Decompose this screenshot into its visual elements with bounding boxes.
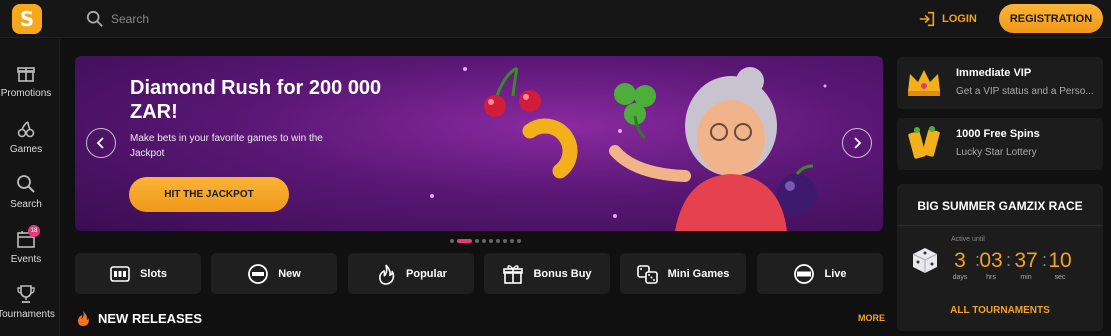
promo-title: Immediate VIP [956, 67, 1032, 79]
pagination-dot[interactable] [517, 239, 521, 243]
login-icon [919, 11, 935, 27]
fire-icon [379, 263, 395, 285]
logo[interactable]: S [12, 4, 42, 34]
countdown-days: 3 days [948, 249, 972, 282]
countdown-separator: : [1006, 250, 1012, 270]
trophy-icon [17, 285, 35, 303]
countdown-separator: : [1042, 250, 1048, 270]
promo-card-free-spins[interactable]: 1000 Free Spins Lucky Star Lottery [897, 118, 1103, 170]
category-label: New [278, 267, 301, 280]
sidebar-item-label: Promotions [0, 88, 52, 99]
search-bar[interactable] [86, 8, 311, 30]
countdown-hours: 03 hrs [979, 249, 1003, 282]
section-title: NEW RELEASES [98, 311, 203, 326]
login-label: LOGIN [942, 13, 977, 25]
registration-label: REGISTRATION [1009, 12, 1093, 25]
pagination-dot[interactable] [457, 239, 472, 243]
new-releases-heading: NEW RELEASES [77, 311, 202, 326]
crown-icon [908, 70, 940, 96]
category-label: Slots [140, 267, 167, 280]
countdown-unit: hrs [986, 274, 996, 281]
category-bonus-buy[interactable]: Bonus Buy [484, 253, 610, 294]
pagination-dot[interactable] [496, 239, 500, 243]
sidebar-item-games[interactable]: Games [0, 119, 52, 155]
category-label: Live [824, 267, 847, 280]
countdown-minutes: 37 min [1014, 249, 1038, 282]
events-badge: 18 [28, 225, 40, 237]
countdown-value: 37 [1014, 249, 1038, 272]
category-label: Mini Games [667, 267, 730, 280]
tournament-card: BIG SUMMER GAMZIX RACE Active until 3 day… [897, 184, 1103, 331]
tournament-title: BIG SUMMER GAMZIX RACE [917, 199, 1083, 213]
new-badge-icon [248, 263, 269, 284]
pagination-dot[interactable] [510, 239, 514, 243]
gift-icon [503, 264, 524, 284]
sidebar-item-label: Events [10, 254, 42, 265]
pagination-dot[interactable] [475, 239, 479, 243]
search-input[interactable] [111, 12, 311, 26]
category-mini-games[interactable]: Mini Games [620, 253, 746, 294]
active-until-label: Active until [951, 236, 985, 243]
pagination-dot[interactable] [503, 239, 507, 243]
fire-icon [78, 311, 89, 326]
sidebar-item-tournaments[interactable]: Tournaments [0, 284, 55, 320]
hero-banner[interactable]: Diamond Rush for 200 000 ZAR! Make bets … [75, 56, 883, 231]
sidebar-item-label: Tournaments [0, 309, 55, 320]
logo-letter: S [19, 7, 35, 31]
jackpot-button-label: HIT THE JACKPOT [164, 189, 254, 200]
countdown-seconds: 10 sec [1048, 249, 1072, 282]
sidebar: Promotions Games Search 18 Events Tourna… [0, 39, 60, 336]
promo-subtitle: Lucky Star Lottery [956, 147, 1037, 158]
pagination-dot[interactable] [450, 239, 454, 243]
promo-card-vip[interactable]: Immediate VIP Get a VIP status and a Per… [897, 57, 1103, 109]
promo-title: 1000 Free Spins [956, 128, 1040, 140]
registration-button[interactable]: REGISTRATION [999, 4, 1103, 33]
banner-title: Diamond Rush for 200 000 ZAR! [130, 77, 382, 123]
banner-pagination [450, 239, 524, 243]
countdown-unit: days [952, 274, 968, 281]
countdown-unit: min [1020, 274, 1032, 281]
category-bar: Slots New Popular Bonus Buy Mini Games L… [75, 253, 883, 294]
category-label: Popular [406, 267, 447, 280]
category-label: Bonus Buy [533, 267, 592, 280]
banner-subtitle: Make bets in your favorite games to win … [130, 133, 323, 159]
banner-next-button[interactable] [842, 128, 872, 158]
chevron-right-icon [854, 137, 862, 149]
divider [897, 225, 1103, 226]
hit-the-jackpot-button[interactable]: HIT THE JACKPOT [129, 177, 289, 212]
dice-icon [912, 248, 938, 273]
countdown-value: 03 [979, 249, 1003, 272]
dice-icon [636, 264, 658, 284]
live-icon [794, 263, 815, 284]
pagination-dot[interactable] [489, 239, 493, 243]
category-new[interactable]: New [211, 253, 337, 294]
sidebar-item-label: Search [10, 199, 42, 210]
sidebar-item-events[interactable]: 18 Events [0, 225, 52, 265]
top-bar: S LOGIN REGISTRATION [0, 0, 1111, 38]
search-icon [17, 175, 35, 193]
chevron-left-icon [96, 137, 104, 149]
login-button[interactable]: LOGIN [918, 10, 977, 28]
all-tournaments-link[interactable]: ALL TOURNAMENTS [897, 305, 1103, 316]
sidebar-item-promotions[interactable]: Promotions [0, 63, 52, 99]
category-popular[interactable]: Popular [348, 253, 474, 294]
countdown-unit: sec [1054, 274, 1066, 281]
countdown-value: 3 [954, 249, 966, 272]
sidebar-item-label: Games [9, 144, 43, 155]
promo-subtitle: Get a VIP status and a Perso... [956, 86, 1094, 97]
lottery-tickets-icon [908, 126, 940, 159]
banner-prev-button[interactable] [86, 128, 116, 158]
countdown-value: 10 [1048, 249, 1072, 272]
slot-machine-icon [110, 265, 130, 282]
pagination-dot[interactable] [482, 239, 486, 243]
category-slots[interactable]: Slots [75, 253, 201, 294]
sidebar-item-search[interactable]: Search [0, 174, 52, 210]
category-live[interactable]: Live [757, 253, 883, 294]
more-link[interactable]: MORE [858, 313, 885, 323]
gift-icon [17, 67, 35, 82]
search-icon [86, 10, 103, 27]
cherries-icon [17, 121, 35, 138]
